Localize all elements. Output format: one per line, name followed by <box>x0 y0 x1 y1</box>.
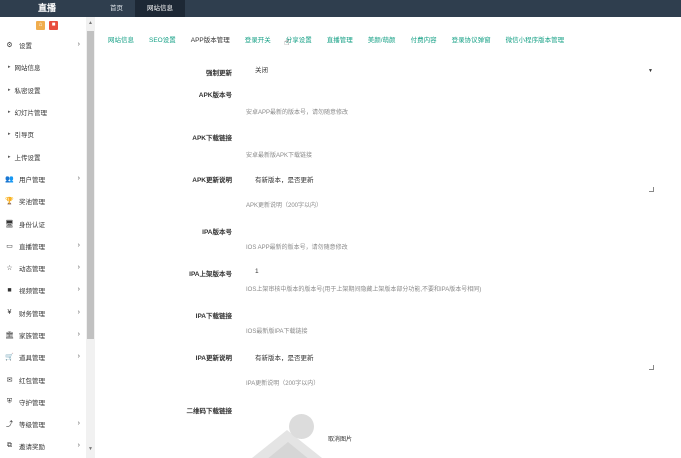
home-icon[interactable]: ⌂ <box>36 21 45 30</box>
tab[interactable]: 付费内容 <box>411 34 437 48</box>
ipa-link-label: IPA下载链接 <box>195 313 232 320</box>
hand-cursor-icon: ☝ <box>284 37 290 47</box>
chevron-right-icon: › <box>77 241 80 249</box>
sidebar-item-label: 设置 <box>19 43 32 51</box>
apk-version-hint: 安卓APP最新的版本号，请勿随意修改 <box>246 110 349 116</box>
resize-handle-icon[interactable] <box>649 187 654 192</box>
sidebar-item[interactable]: ✉ 红包管理 <box>0 368 94 390</box>
top-nav: 首页 网站信息 <box>98 0 185 17</box>
sidebar-item-label: 视频管理 <box>19 288 45 296</box>
apk-desc-value: 有新版本，是否更新 <box>255 177 314 184</box>
sidebar-item-label: 邀请奖励 <box>19 444 45 452</box>
apk-link-hint: 安卓最新版APK下载链接 <box>246 153 313 159</box>
sidebar-item[interactable]: 🏆 奖池管理 <box>0 190 94 212</box>
tab[interactable]: 直播管理 <box>327 34 353 48</box>
chevron-right-icon: › <box>77 442 80 450</box>
level-icon: ⤴ <box>6 421 13 429</box>
ipa-shelf-version-hint: IOS上架审核中版本的版本号(用于上架期间隐藏上架版本部分功能,不要和IPA版本… <box>246 287 482 293</box>
caret-down-icon: ▼ <box>648 68 653 74</box>
chevron-right-icon: › <box>77 286 80 294</box>
cancel-image-button[interactable]: 取消图片 <box>328 434 352 443</box>
apk-link-label: APK下载链接 <box>192 135 232 142</box>
apk-desc-hint: APK更新说明（200字以内） <box>246 203 323 209</box>
sidebar-item-label: 等级管理 <box>19 422 45 430</box>
sidebar-item-label: 红包管理 <box>19 377 45 385</box>
stop-icon[interactable]: ■ <box>49 21 58 30</box>
force-update-value: 关闭 <box>255 67 268 74</box>
sidebar-item[interactable]: ⤴ 等级管理 › <box>0 413 94 435</box>
gears-icon: ⚙ <box>6 42 13 50</box>
tab[interactable]: 分享设置 <box>286 34 312 48</box>
sidebar-item[interactable]: ■ 视频管理 › <box>0 279 94 301</box>
sidebar-item-label: 上传设置 <box>14 154 41 162</box>
sidebar-scrollbar-thumb[interactable] <box>87 31 94 339</box>
caret-right-icon: ▸ <box>8 153 11 160</box>
apk-version-input[interactable] <box>246 88 656 102</box>
video-icon: ■ <box>7 286 12 294</box>
scroll-up-icon[interactable]: ▲ <box>88 20 93 26</box>
chevron-right-icon: › <box>77 420 80 428</box>
top-nav-home[interactable]: 首页 <box>98 0 135 17</box>
tab[interactable]: 登录协议弹窗 <box>452 34 491 48</box>
chevron-right-icon: › <box>77 330 80 338</box>
sidebar-item[interactable]: ▭ 直播管理 › <box>0 235 94 257</box>
sidebar-item[interactable]: ⧉ 邀请奖励 › <box>0 435 94 457</box>
ipa-link-input[interactable] <box>246 308 656 322</box>
ipa-version-hint: IOS APP最新的版本号，请勿随意修改 <box>246 245 348 251</box>
resize-handle-icon[interactable] <box>649 365 654 370</box>
envelope-icon: ✉ <box>6 376 13 384</box>
sidebar-item-label: 奖池管理 <box>19 199 45 207</box>
trophy-icon: 🏆 <box>5 198 14 206</box>
top-bar: 直播 首页 网站信息 <box>0 0 681 17</box>
qrcode-label: 二维码下载链接 <box>186 408 233 415</box>
ipa-desc-value: 有新版本，是否更新 <box>255 355 314 362</box>
ipa-link-hint: IOS最新版IPA下载链接 <box>246 329 308 335</box>
sidebar-item[interactable]: 🏛 家族管理 › <box>0 324 94 346</box>
image-placeholder-peak <box>266 442 310 458</box>
image-placeholder-sun <box>289 414 314 439</box>
chevron-right-icon: › <box>77 41 80 48</box>
ipa-shelf-version-input[interactable]: 1 <box>246 265 656 279</box>
apk-desc-label: APK更新说明 <box>192 177 232 184</box>
tab[interactable]: SEO设置 <box>149 34 176 48</box>
ipa-shelf-version-value: 1 <box>255 268 259 275</box>
apk-version-label: APK版本号 <box>198 92 232 99</box>
tab[interactable]: 登录开关 <box>245 34 271 48</box>
ipa-shelf-version-label: IPA上架版本号 <box>189 271 232 278</box>
logo: 直播 <box>38 3 57 13</box>
scroll-down-icon[interactable]: ▼ <box>88 446 93 452</box>
caret-right-icon: ▸ <box>8 109 11 116</box>
sidebar-item-label: 幻灯片管理 <box>14 110 48 118</box>
sidebar-item[interactable]: ⚙ 设置 › <box>0 34 94 56</box>
monitor-icon: ▭ <box>6 242 13 250</box>
sidebar-item-label: 直播管理 <box>19 243 45 251</box>
settings-tabs: 网站信息 SEO设置 APP版本管理 登录开关 分享设置 直播管理 美颜/萌颜 付费内容 登录协… <box>108 34 579 48</box>
apk-desc-textarea[interactable]: 有新版本，是否更新 <box>246 168 656 194</box>
tab[interactable]: 美颜/萌颜 <box>368 34 396 48</box>
apk-link-input[interactable] <box>246 130 656 144</box>
force-update-select[interactable]: 关闭 ▼ <box>246 64 656 78</box>
sidebar-tools: ⌂ ■ <box>0 17 94 34</box>
top-nav-site-info[interactable]: 网站信息 <box>135 0 185 17</box>
sitemap-icon: ⧉ <box>7 442 12 450</box>
ipa-desc-label: IPA更新说明 <box>195 355 232 362</box>
sidebar-item-label: 家族管理 <box>19 333 45 340</box>
ipa-version-label: IPA版本号 <box>202 229 232 236</box>
ipa-version-input[interactable] <box>246 224 656 238</box>
tab[interactable]: 网站信息 <box>108 34 134 48</box>
force-update-label: 强制更新 <box>206 70 232 77</box>
ipa-desc-textarea[interactable]: 有新版本，是否更新 <box>246 346 656 372</box>
sidebar-item[interactable]: ▸ 上传设置 <box>0 145 94 167</box>
ipa-desc-hint: IPA更新说明（200字以内） <box>246 381 320 387</box>
tab[interactable]: 微信小程序版本管理 <box>506 34 565 48</box>
tab[interactable]: APP版本管理 <box>191 34 230 48</box>
sidebar-item[interactable]: ▸ 幻灯片管理 <box>0 101 94 123</box>
sidebar: ⌂ ■ ⚙ 设置 › ▸ 网站信息 ▸ 私密设置 ▸ 幻灯片管理 ▸ 引导页 ▸ 上传设置 👥 用户管理 › 🏆… <box>0 17 95 458</box>
bank-icon: 🏛 <box>5 332 14 339</box>
